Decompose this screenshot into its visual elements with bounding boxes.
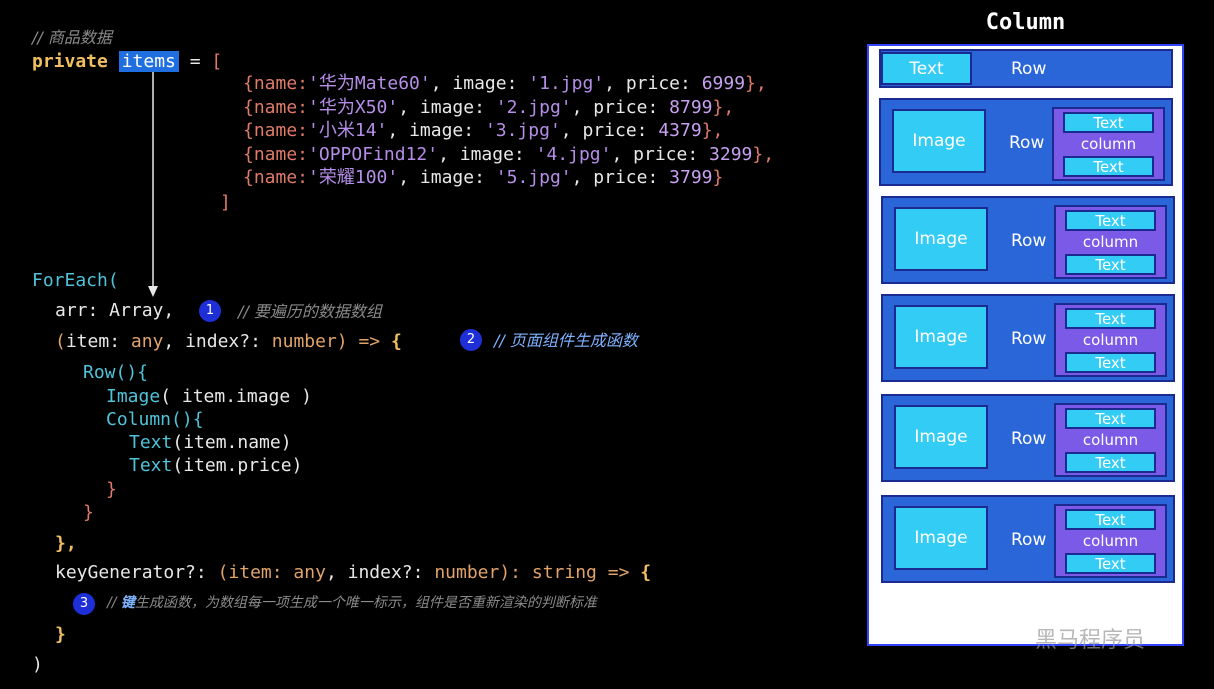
text-box-name: Text [1065,210,1156,231]
diagram-title: Column [985,10,1066,35]
close-column: } [106,479,117,500]
image-call: Image( item.image ) [106,386,312,407]
text-box-price: Text [1065,452,1156,473]
row-label: Row [1011,530,1047,550]
row-label: Row [1009,133,1045,153]
diagram-row: Image Row Text column Text [879,98,1173,186]
badge-2: 2 [460,329,482,351]
column-label: column [1082,431,1139,449]
watermark: 黑马程序员 [1035,628,1146,653]
column-box: Text column Text [1054,205,1167,279]
column-label: column [1082,532,1139,550]
text-box-price: Text [1063,156,1154,177]
row-label: Row [1011,329,1047,349]
row-label: Row [1011,231,1047,251]
diagram-row: Image Row Text column Text [881,294,1175,382]
column-label: column [1082,331,1139,349]
item-gen-comment: // 页面组件生成函数 [494,331,638,350]
header-row-label: Row [1011,59,1047,79]
text-box-price: Text [1065,254,1156,275]
column-box: Text column Text [1054,504,1167,578]
header-text-box: Text [881,52,972,85]
foreach-call: ForEach( [32,270,119,291]
text-name-call: Text(item.name) [129,432,292,453]
badge-1: 1 [199,300,221,322]
header-row: Text Row [879,49,1173,88]
text-box-name: Text [1063,112,1154,133]
diagram-row: Image Row Text column Text [881,394,1175,482]
text-box-name: Text [1065,408,1156,429]
image-box: Image [894,405,988,469]
close-item-gen: }, [55,533,77,554]
keygen-comment: // 键生成函数，为数组每一项生成一个唯一标示，组件是否重新渲染的判断标准 [107,595,597,611]
arr-comment: // 要遍历的数据数组 [238,302,382,321]
image-box: Image [894,506,988,570]
close-keygen: } [55,624,66,645]
text-box-price: Text [1065,553,1156,574]
row-label: Row [1011,429,1047,449]
column-box: Text column Text [1054,403,1167,477]
image-box: Image [892,109,986,173]
text-box-name: Text [1065,308,1156,329]
keygen-function: keyGenerator?: (item: any, index?: numbe… [55,562,652,583]
column-label: column [1082,233,1139,251]
diagram-row: Image Row Text column Text [881,495,1175,583]
arr-param: arr: Array, [55,300,175,321]
column-box: Text column Text [1054,303,1167,377]
column-box: Text column Text [1052,107,1165,181]
image-box: Image [894,207,988,271]
close-foreach: ) [32,654,43,675]
text-price-call: Text(item.price) [129,455,303,476]
column-label: column [1080,135,1137,153]
item-gen-function: (item: any, index?: number) => { [55,331,402,352]
image-box: Image [894,305,988,369]
close-row: } [83,502,94,523]
row-call: Row(){ [83,362,149,383]
diagram-row: Image Row Text column Text [881,196,1175,284]
badge-3: 3 [73,593,95,615]
column-call: Column(){ [106,409,204,430]
text-box-name: Text [1065,509,1156,530]
text-box-price: Text [1065,352,1156,373]
